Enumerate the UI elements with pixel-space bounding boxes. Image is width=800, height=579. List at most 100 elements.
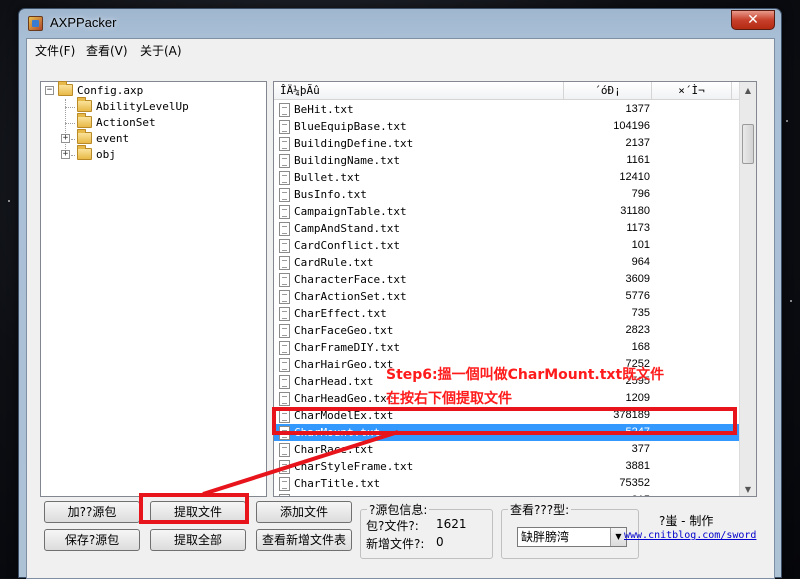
file-name: CharHead.txt (294, 375, 374, 388)
table-row[interactable]: CardRule.txt 964 (274, 254, 740, 271)
scroll-thumb[interactable] (742, 124, 754, 164)
file-name: ChatConfig.txt (294, 492, 387, 496)
file-count-value: 1621 (436, 517, 467, 531)
text-file-icon (279, 154, 290, 168)
file-size: 2137 (625, 137, 650, 149)
table-row[interactable]: CardConflict.txt 101 (274, 237, 740, 254)
file-name: CharHairGeo.txt (294, 358, 394, 371)
table-row[interactable]: CampAndStand.txt 1173 (274, 220, 740, 237)
table-row[interactable]: BuildingName.txt 1161 (274, 152, 740, 169)
menu-file[interactable]: 文件(F) (35, 42, 75, 59)
pack-info-title: ?源包信息: (367, 501, 430, 518)
table-row[interactable]: BusInfo.txt 796 (274, 186, 740, 203)
table-row[interactable]: CharTitle.txt 75352 (274, 475, 740, 492)
file-size: 1377 (625, 103, 650, 115)
folder-tree[interactable]: − Config.axp AbilityLevelUp ActionSet + … (40, 81, 267, 497)
menu-about[interactable]: 关于(A) (140, 42, 182, 59)
table-row[interactable]: CharacterFace.txt 3609 (274, 271, 740, 288)
folder-open-icon (58, 81, 73, 96)
tree-node-label: ActionSet (96, 116, 156, 129)
file-size: 2823 (625, 324, 650, 336)
save-pack-button[interactable]: 保存?源包 (44, 529, 140, 551)
text-file-icon (279, 392, 290, 406)
file-size: 12410 (619, 171, 650, 183)
file-name: CharEffect.txt (294, 307, 387, 320)
text-file-icon (279, 273, 290, 287)
extract-all-button[interactable]: 提取全部 (150, 529, 246, 551)
file-name: CharActionSet.txt (294, 290, 407, 303)
credit-link[interactable]: www.cnitblog.com/sword (624, 530, 756, 541)
file-name: BlueEquipBase.txt (294, 120, 407, 133)
tree-item-obj[interactable]: obj (77, 145, 116, 163)
file-size: 75352 (619, 477, 650, 489)
close-button[interactable]: ✕ (731, 10, 775, 30)
table-row[interactable]: CharFrameDIY.txt 168 (274, 339, 740, 356)
add-pack-button[interactable]: 加??源包 (44, 501, 140, 523)
file-size: 964 (631, 256, 650, 268)
file-size: 31180 (620, 205, 650, 217)
desktop-star (790, 300, 792, 302)
file-name: CharFrameDIY.txt (294, 341, 400, 354)
file-rows: BeHit.txt 1377 BlueEquipBase.txt 104196 Buil… (274, 101, 740, 496)
file-size: 3609 (625, 273, 650, 285)
tree-item-actionset[interactable]: ActionSet (77, 113, 156, 131)
tree-node-label: event (96, 132, 130, 145)
expand-plus-icon[interactable]: + (61, 150, 70, 159)
table-row[interactable]: BuildingDefine.txt 2137 (274, 135, 740, 152)
file-size: 796 (631, 188, 650, 200)
text-file-icon (279, 103, 290, 117)
table-row[interactable]: CharStyleFrame.txt 3881 (274, 458, 740, 475)
text-file-icon (279, 341, 290, 355)
table-row[interactable]: CharRace.txt 377 (274, 441, 740, 458)
table-row[interactable]: CharEffect.txt 735 (274, 305, 740, 322)
tree-guide (65, 107, 75, 108)
menu-bar: 文件(F) 查看(V) 关于(A) (27, 39, 774, 59)
file-size: 815 (564, 492, 650, 496)
vertical-scrollbar[interactable]: ▲ ▼ (739, 82, 756, 496)
file-name: CharRace.txt (294, 443, 374, 456)
tree-guide (71, 155, 75, 156)
table-row[interactable]: CampaignTable.txt 31180 (274, 203, 740, 220)
text-file-icon (279, 443, 290, 457)
text-file-icon (279, 222, 290, 236)
scroll-down-icon[interactable]: ▼ (740, 481, 756, 496)
view-type-title: 查看???型: (508, 501, 572, 518)
scroll-up-icon[interactable]: ▲ (740, 82, 756, 99)
tree-node-label: obj (96, 148, 116, 161)
title-bar[interactable]: AXPPacker ✕ (19, 9, 781, 37)
folder-icon (77, 97, 92, 112)
file-size: 3881 (625, 460, 650, 472)
file-size: 104196 (613, 120, 650, 132)
text-file-icon (279, 460, 290, 474)
table-row[interactable]: CharFaceGeo.txt 2823 (274, 322, 740, 339)
add-file-button[interactable]: 添加文件 (256, 501, 352, 523)
expand-plus-icon[interactable]: + (61, 134, 70, 143)
expand-collapse-icon[interactable]: − (45, 86, 54, 95)
window-title: AXPPacker (50, 15, 117, 30)
column-header-size[interactable]: ´óÐ¡ (564, 82, 652, 100)
file-name: CharStyleFrame.txt (294, 460, 414, 473)
column-header-status[interactable]: ×´Ì¬ (652, 82, 732, 100)
view-new-files-button[interactable]: 查看新增文件表 (256, 529, 352, 551)
table-row[interactable]: BlueEquipBase.txt 104196 (274, 118, 740, 135)
view-type-select[interactable]: 缺胖膀湾 ▼ (517, 527, 627, 547)
table-row[interactable]: BeHit.txt 1377 (274, 101, 740, 118)
file-size: 1209 (625, 392, 650, 404)
file-name: BuildingName.txt (294, 154, 400, 167)
text-file-icon (279, 477, 290, 491)
tree-item-abilitylevelup[interactable]: AbilityLevelUp (77, 97, 189, 115)
text-file-icon (279, 324, 290, 338)
file-name: CampaignTable.txt (294, 205, 407, 218)
table-row[interactable]: Bullet.txt 12410 (274, 169, 740, 186)
table-row[interactable]: CharActionSet.txt 5776 (274, 288, 740, 305)
table-row[interactable]: ChatConfig.txt 815 (274, 492, 740, 496)
text-file-icon (279, 375, 290, 389)
menu-view[interactable]: 查看(V) (86, 42, 128, 59)
file-name: CardConflict.txt (294, 239, 400, 252)
text-file-icon (279, 256, 290, 270)
column-header-name[interactable]: ÎÄ¼þÃû (274, 82, 564, 100)
tree-node-label: Config.axp (77, 84, 144, 97)
tree-root[interactable]: Config.axp (58, 81, 144, 99)
desktop-star (8, 200, 10, 202)
folder-icon (77, 113, 92, 128)
